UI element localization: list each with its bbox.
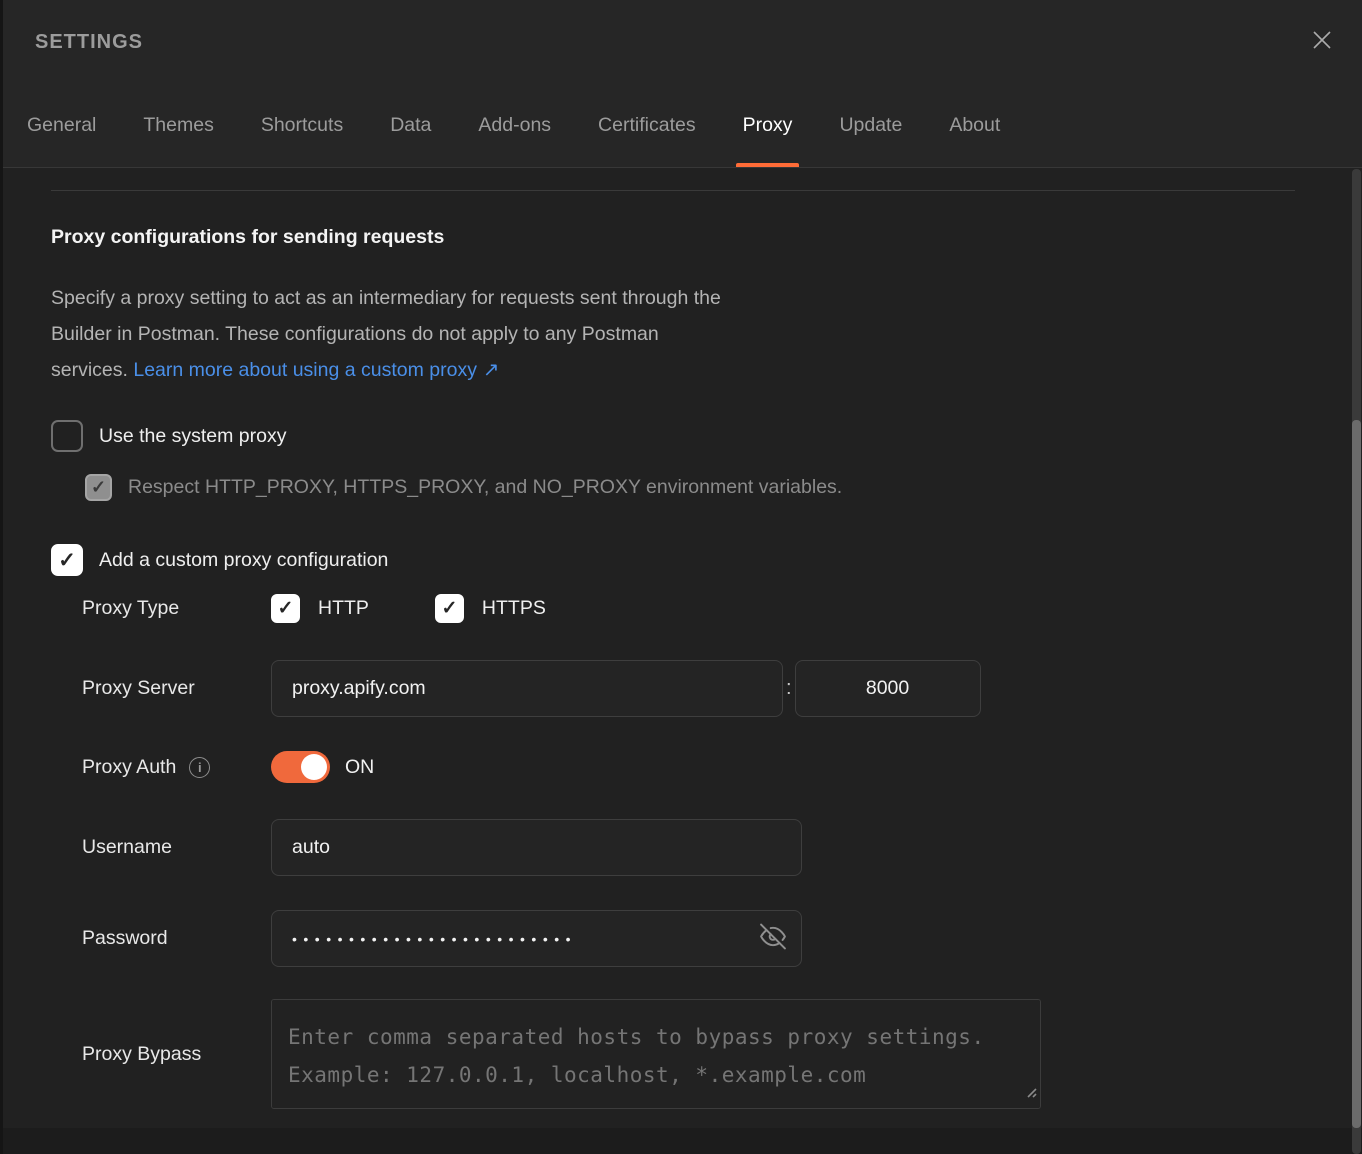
learn-more-link[interactable]: Learn more about using a custom proxy xyxy=(133,359,477,381)
http-checkbox[interactable]: ✓ xyxy=(271,594,300,623)
http-label: HTTP xyxy=(318,597,369,620)
section-divider xyxy=(51,190,1295,191)
description-line-2: Builder in Postman. These configurations… xyxy=(51,316,1362,352)
dialog-titlebar: SETTINGS xyxy=(3,0,1362,84)
tab-update[interactable]: Update xyxy=(839,84,902,167)
eye-off-icon xyxy=(760,923,786,954)
custom-proxy-checkbox[interactable]: ✓ xyxy=(51,544,83,576)
info-icon[interactable]: i xyxy=(189,757,210,778)
https-checkbox[interactable]: ✓ xyxy=(435,594,464,623)
tab-shortcuts[interactable]: Shortcuts xyxy=(261,84,343,167)
env-vars-checkbox: ✓ xyxy=(85,474,112,501)
tab-about[interactable]: About xyxy=(949,84,1000,167)
proxy-server-row: Proxy Server : xyxy=(51,660,1362,717)
description-line-3: services. Learn more about using a custo… xyxy=(51,352,1362,388)
dialog-title: SETTINGS xyxy=(35,31,143,54)
username-label: Username xyxy=(51,836,271,859)
proxy-auth-label: Proxy Auth xyxy=(82,756,176,779)
proxy-bypass-row: Proxy Bypass xyxy=(51,999,1362,1109)
external-link-icon: ↗ xyxy=(483,359,499,381)
scrollbar-thumb[interactable] xyxy=(1352,420,1361,1128)
password-label: Password xyxy=(51,927,271,950)
proxy-port-input[interactable] xyxy=(795,660,981,717)
settings-dialog: SETTINGS General Themes Shortcuts Data Add-o… xyxy=(0,0,1362,1154)
proxy-auth-toggle[interactable] xyxy=(271,751,330,783)
proxy-bypass-label: Proxy Bypass xyxy=(51,1043,271,1066)
username-input[interactable] xyxy=(271,819,802,876)
https-label: HTTPS xyxy=(482,597,546,620)
description-line-1: Specify a proxy setting to act as an int… xyxy=(51,280,1362,316)
section-description: Specify a proxy setting to act as an int… xyxy=(51,280,1362,388)
toggle-password-visibility-button[interactable] xyxy=(760,923,786,954)
close-button[interactable] xyxy=(1307,27,1337,57)
tab-general[interactable]: General xyxy=(27,84,96,167)
tab-proxy[interactable]: Proxy xyxy=(743,84,793,167)
proxy-type-label: Proxy Type xyxy=(51,597,271,620)
system-proxy-row: Use the system proxy xyxy=(51,420,1362,452)
settings-tabs: General Themes Shortcuts Data Add-ons Certifi… xyxy=(3,84,1362,168)
custom-proxy-form: Proxy Type ✓ HTTP ✓ HTTPS Proxy Server : xyxy=(51,594,1362,1109)
env-vars-label: Respect HTTP_PROXY, HTTPS_PROXY, and NO_… xyxy=(128,476,842,499)
bottom-fade xyxy=(3,1128,1362,1154)
password-input[interactable] xyxy=(271,910,802,967)
password-row: Password xyxy=(51,910,1362,967)
proxy-settings-panel: Proxy configurations for sending request… xyxy=(3,190,1362,1109)
proxy-bypass-textarea[interactable] xyxy=(271,999,1041,1109)
scrollbar-track[interactable] xyxy=(1352,169,1361,1154)
tab-add-ons[interactable]: Add-ons xyxy=(478,84,551,167)
proxy-type-row: Proxy Type ✓ HTTP ✓ HTTPS xyxy=(51,594,1362,623)
tab-certificates[interactable]: Certificates xyxy=(598,84,696,167)
close-icon xyxy=(1310,28,1334,57)
tab-data[interactable]: Data xyxy=(390,84,431,167)
system-proxy-checkbox[interactable] xyxy=(51,420,83,452)
env-vars-row: ✓ Respect HTTP_PROXY, HTTPS_PROXY, and N… xyxy=(85,474,1362,501)
toggle-state-label: ON xyxy=(345,756,374,779)
proxy-server-label: Proxy Server xyxy=(51,677,271,700)
username-row: Username xyxy=(51,819,1362,876)
system-proxy-label: Use the system proxy xyxy=(99,425,286,448)
custom-proxy-row: ✓ Add a custom proxy configuration xyxy=(51,544,1362,576)
tab-themes[interactable]: Themes xyxy=(143,84,213,167)
description-line-3-text: services. xyxy=(51,359,128,381)
section-heading: Proxy configurations for sending request… xyxy=(51,226,1362,249)
proxy-auth-row: Proxy Auth i ON xyxy=(51,751,1362,783)
host-port-separator: : xyxy=(786,677,792,700)
toggle-knob xyxy=(301,754,327,780)
proxy-host-input[interactable] xyxy=(271,660,783,717)
custom-proxy-label: Add a custom proxy configuration xyxy=(99,549,388,572)
